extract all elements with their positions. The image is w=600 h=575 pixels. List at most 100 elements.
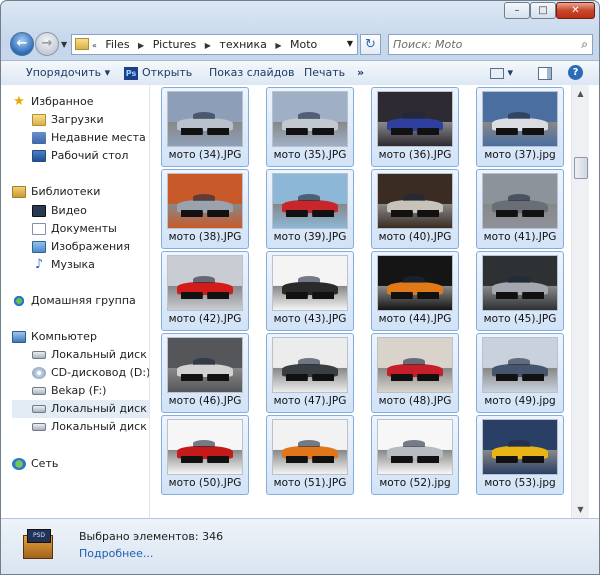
sidebar-item-label: Компьютер (31, 330, 97, 343)
file-tile[interactable]: мото (53).jpg (476, 415, 564, 495)
file-tile[interactable]: мото (34).JPG (161, 87, 249, 167)
sidebar-item-label: Локальный диск (C (51, 348, 149, 361)
preview-pane-button[interactable] (538, 66, 552, 80)
car-picture (176, 358, 234, 381)
organize-button[interactable]: Упорядочить ▾ (26, 66, 110, 79)
sidebar-item-disk-c[interactable]: Локальный диск (C (32, 346, 149, 364)
photoshop-icon: Ps (124, 66, 138, 80)
image-thumbnail (482, 337, 558, 393)
sidebar-item-documents[interactable]: Документы (32, 220, 149, 238)
file-tile[interactable]: мото (47).JPG (266, 333, 354, 413)
file-name: мото (51).JPG (273, 477, 347, 489)
view-dropdown-icon[interactable]: ▾ (508, 66, 514, 79)
file-tile[interactable]: мото (46).JPG (161, 333, 249, 413)
image-thumbnail (377, 173, 453, 229)
car-picture (281, 194, 339, 217)
sidebar-item-libraries[interactable]: Библиотеки (12, 183, 149, 201)
breadcrumb-files[interactable]: Files (105, 38, 129, 51)
slideshow-button[interactable]: Показ слайдов (209, 66, 295, 79)
file-name: мото (38).JPG (168, 231, 242, 243)
libraries-icon (12, 186, 26, 198)
car-picture (491, 440, 549, 463)
file-tile[interactable]: мото (44).JPG (371, 251, 459, 331)
search-box[interactable]: ⌕ (388, 34, 593, 55)
print-button[interactable]: Печать (304, 66, 345, 79)
file-tile[interactable]: мото (37).jpg (476, 87, 564, 167)
image-thumbnail (272, 255, 348, 311)
sidebar-item-video[interactable]: Видео (32, 202, 149, 220)
sidebar-item-downloads[interactable]: Загрузки (32, 111, 149, 129)
scroll-down-arrow-icon[interactable]: ▼ (572, 501, 589, 518)
sidebar-item-label: Домашняя группа (31, 294, 136, 307)
sidebar-item-pictures[interactable]: Изображения (32, 238, 149, 256)
sidebar-item-desktop[interactable]: Рабочий стол (32, 147, 149, 165)
file-name: мото (49).jpg (484, 395, 556, 407)
minimize-button[interactable]: – (504, 2, 530, 19)
open-label: Открыть (142, 66, 193, 79)
navigation-bar: ← → ▼ « Files ▶ Pictures ▶ техника ▶ Mot… (1, 27, 599, 59)
file-tile[interactable]: мото (35).JPG (266, 87, 354, 167)
open-button[interactable]: Ps Открыть (124, 66, 192, 80)
sidebar-item-network[interactable]: Сеть (12, 455, 149, 473)
change-view-button[interactable]: ▾ (490, 66, 513, 79)
address-dropdown-icon[interactable]: ▼ (347, 39, 353, 48)
file-name: мото (39).JPG (273, 231, 347, 243)
search-icon[interactable]: ⌕ (581, 37, 588, 52)
more-details-link[interactable]: Подробнее... (79, 547, 153, 560)
breadcrumb-separator[interactable]: ▶ (138, 41, 144, 50)
sidebar-item-music[interactable]: ♪ Музыка (32, 256, 149, 274)
sidebar-item-label: Изображения (51, 240, 130, 253)
breadcrumb-tehnika[interactable]: техника (219, 38, 266, 51)
file-tile[interactable]: мото (50).JPG (161, 415, 249, 495)
file-name: мото (43).JPG (273, 313, 347, 325)
file-tile[interactable]: мото (42).JPG (161, 251, 249, 331)
sidebar-item-favorites[interactable]: ★ Избранное (12, 93, 149, 111)
scrollbar-thumb[interactable] (574, 157, 588, 179)
file-tile[interactable]: мото (40).JPG (371, 169, 459, 249)
selection-count: Выбрано элементов: 346 (79, 530, 224, 543)
file-tile[interactable]: мото (45).JPG (476, 251, 564, 331)
help-button[interactable]: ? (568, 65, 583, 80)
file-tile[interactable]: мото (39).JPG (266, 169, 354, 249)
forward-button[interactable]: → (35, 32, 59, 56)
file-tile[interactable]: мото (41).JPG (476, 169, 564, 249)
close-button[interactable]: ✕ (556, 2, 595, 19)
breadcrumb-separator[interactable]: ▶ (205, 41, 211, 50)
vertical-scrollbar[interactable]: ▲ ▼ (571, 85, 589, 518)
back-button[interactable]: ← (10, 32, 34, 56)
breadcrumb-separator[interactable]: ▶ (275, 41, 281, 50)
breadcrumb-overflow[interactable]: « (92, 41, 97, 50)
file-name: мото (34).JPG (168, 149, 242, 161)
file-tile[interactable]: мото (52).jpg (371, 415, 459, 495)
file-name: мото (53).jpg (484, 477, 556, 489)
file-tile[interactable]: мото (51).JPG (266, 415, 354, 495)
sidebar-item-recent-places[interactable]: Недавние места (32, 129, 149, 147)
sidebar-item-computer[interactable]: Компьютер (12, 328, 149, 346)
file-tile[interactable]: мото (36).JPG (371, 87, 459, 167)
car-picture (386, 440, 444, 463)
address-bar[interactable]: « Files ▶ Pictures ▶ техника ▶ Moto ▼ (71, 34, 358, 55)
file-tile[interactable]: мото (49).jpg (476, 333, 564, 413)
sidebar-item-cd-drive[interactable]: CD-дисковод (D:) (32, 364, 149, 382)
sidebar-item-label: Bekap (F:) (51, 384, 107, 397)
maximize-button[interactable]: □ (530, 2, 556, 19)
scroll-up-arrow-icon[interactable]: ▲ (572, 85, 589, 102)
more-commands-button[interactable]: » (357, 66, 364, 79)
file-tile[interactable]: мото (38).JPG (161, 169, 249, 249)
recent-pages-dropdown[interactable]: ▼ (61, 40, 67, 49)
breadcrumb-moto[interactable]: Moto (290, 38, 317, 51)
car-picture (281, 112, 339, 135)
title-bar[interactable]: – □ ✕ (1, 1, 599, 23)
file-tile[interactable]: мото (43).JPG (266, 251, 354, 331)
breadcrumb-pictures[interactable]: Pictures (153, 38, 197, 51)
image-thumbnail (482, 255, 558, 311)
sidebar-item-disk-y[interactable]: Локальный диск (Y: (32, 418, 149, 436)
sidebar-item-label: Локальный диск (G (51, 402, 149, 415)
music-library-icon: ♪ (34, 257, 44, 272)
sidebar-item-disk-g[interactable]: Локальный диск (G (12, 400, 149, 418)
file-tile[interactable]: мото (48).JPG (371, 333, 459, 413)
search-input[interactable] (393, 37, 568, 52)
refresh-button[interactable]: ↻ (360, 34, 381, 55)
sidebar-item-bekap-f[interactable]: Bekap (F:) (32, 382, 149, 400)
sidebar-item-homegroup[interactable]: Домашняя группа (12, 292, 149, 310)
